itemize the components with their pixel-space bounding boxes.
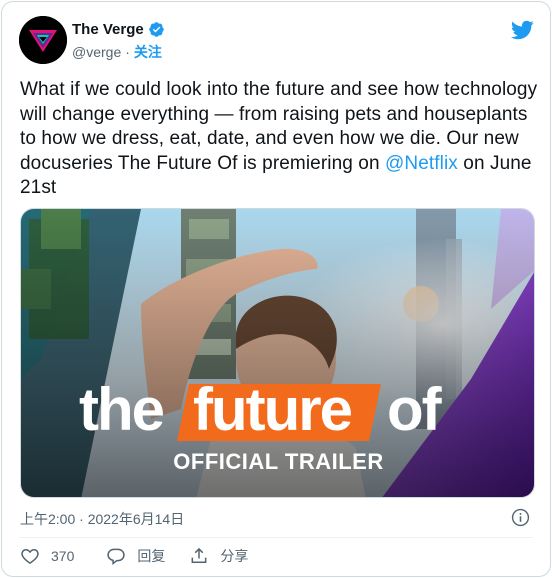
like-count: 370: [51, 548, 75, 564]
like-button[interactable]: 370: [20, 546, 74, 566]
title-the: the: [79, 376, 165, 443]
video-thumbnail[interactable]: the future of OFFICIAL TRAILER: [20, 208, 535, 498]
trailer-subtitle: OFFICIAL TRAILER: [173, 449, 384, 474]
info-icon[interactable]: [511, 508, 530, 527]
reply-label: 回复: [137, 548, 166, 564]
share-label: 分享: [220, 548, 249, 564]
mention-link[interactable]: @Netflix: [385, 153, 458, 174]
reply-button[interactable]: 回复: [106, 546, 165, 566]
display-name[interactable]: The Verge: [72, 21, 144, 38]
divider: [19, 537, 533, 538]
action-bar: 370 回复 分享: [20, 546, 270, 566]
twitter-bird-icon[interactable]: [510, 18, 534, 42]
tweet-card: The Verge @verge · 关注 What if we could l…: [1, 1, 551, 577]
tweet-text: What if we could look into the future an…: [20, 78, 540, 201]
title-future: future: [193, 376, 353, 443]
separator-dot: ·: [125, 44, 130, 60]
author-name-row[interactable]: The Verge: [72, 21, 165, 38]
follow-button[interactable]: 关注: [134, 42, 162, 62]
share-button[interactable]: 分享: [189, 546, 248, 566]
verified-badge-icon: [148, 22, 164, 37]
avatar[interactable]: [19, 16, 67, 64]
handle-row: @verge · 关注: [72, 42, 162, 62]
trailer-title: the future of: [21, 376, 534, 447]
reply-icon: [107, 548, 126, 566]
tweet-timestamp[interactable]: 上午2:00 · 2022年6月14日: [20, 509, 184, 529]
heart-icon: [21, 548, 39, 564]
handle[interactable]: @verge: [72, 44, 121, 60]
title-of: of: [387, 376, 442, 443]
share-icon: [191, 547, 207, 563]
verge-logo-icon: [19, 16, 67, 64]
